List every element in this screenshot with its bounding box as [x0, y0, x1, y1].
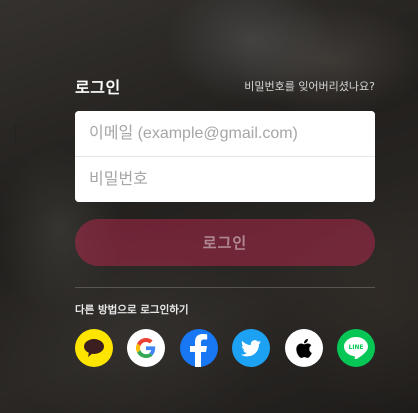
kakao-login-button[interactable]: [75, 329, 113, 367]
twitter-login-button[interactable]: [232, 329, 271, 367]
section-divider: [75, 287, 375, 288]
email-field[interactable]: [75, 111, 375, 156]
facebook-login-button[interactable]: [179, 329, 218, 367]
apple-logo-icon: [295, 338, 312, 358]
text-caret: [15, 124, 16, 144]
kakao-speech-bubble-icon: [84, 339, 104, 357]
twitter-bird-icon: [241, 339, 262, 356]
line-login-button[interactable]: LINE: [336, 329, 375, 367]
google-g-icon: [136, 338, 156, 358]
login-button[interactable]: 로그인: [75, 219, 375, 266]
password-field[interactable]: [75, 157, 375, 202]
facebook-f-icon: [189, 334, 207, 367]
forgot-password-link[interactable]: 비밀번호를 잊어버리셨나요?: [244, 78, 375, 94]
line-logo-icon: LINE: [343, 337, 368, 359]
svg-text:LINE: LINE: [349, 345, 364, 351]
login-panel: 로그인 비밀번호를 잊어버리셨나요? 로그인 다른 방법으로 로그인하기: [75, 72, 375, 367]
google-login-button[interactable]: [127, 329, 166, 367]
alt-login-label: 다른 방법으로 로그인하기: [75, 304, 189, 316]
login-header: 로그인 비밀번호를 잊어버리셨나요?: [75, 72, 375, 100]
login-form: [75, 111, 375, 202]
login-title: 로그인: [75, 78, 121, 97]
apple-login-button[interactable]: [284, 329, 323, 367]
social-login-row: LINE: [75, 329, 375, 367]
